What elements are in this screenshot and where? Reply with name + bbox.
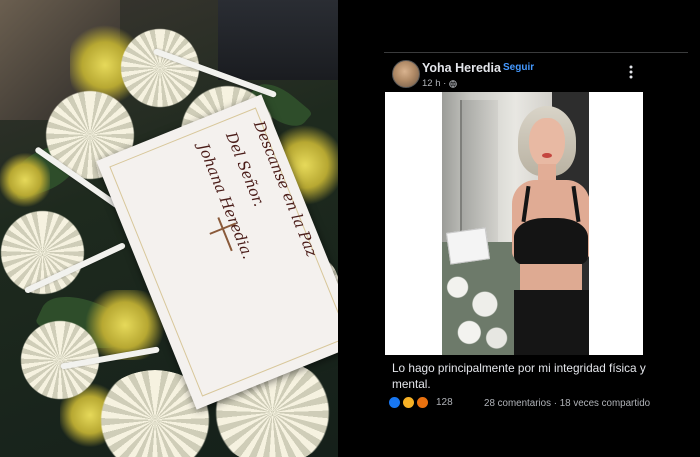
funeral-flowers-photo: Descanse en la Paz Del Señor. Johana Her…	[0, 0, 338, 457]
reaction-summary[interactable]: 128	[388, 396, 453, 409]
avatar[interactable]	[392, 60, 420, 88]
lips	[542, 153, 552, 158]
face	[529, 118, 565, 168]
more-icon[interactable]	[626, 64, 636, 80]
shares-count[interactable]: 18 veces compartido	[560, 398, 650, 409]
chrysanthemum	[120, 28, 200, 108]
solidago-sprig	[0, 150, 50, 210]
like-icon	[388, 396, 401, 409]
globe-icon	[449, 79, 458, 88]
comments-count[interactable]: 28 comentarios	[484, 398, 551, 409]
reaction-count: 128	[436, 397, 453, 408]
background-shelf	[218, 0, 338, 80]
follow-button[interactable]: Seguir	[503, 62, 534, 73]
black-top	[514, 218, 588, 266]
midriff	[520, 264, 582, 290]
divider	[384, 52, 688, 53]
woman-in-video	[502, 106, 589, 355]
post-video[interactable]	[385, 92, 643, 355]
post-timestamp[interactable]: 12 h ·	[422, 78, 458, 89]
video-frame	[442, 92, 589, 355]
author-name[interactable]: Yoha Heredia	[422, 61, 501, 75]
sad-icon	[402, 396, 415, 409]
condolence-card-small	[445, 227, 491, 265]
timestamp-text: 12 h ·	[422, 78, 447, 89]
engagement-stats: 28 comentarios · 18 veces compartido	[484, 398, 650, 409]
post-caption: Lo hago principalmente por mi integridad…	[392, 361, 646, 391]
stats-separator: ·	[553, 398, 557, 409]
facebook-post: Yoha Heredia Seguir 12 h · Lo hago princ…	[338, 0, 700, 457]
black-bottoms	[514, 290, 589, 355]
angry-icon	[416, 396, 429, 409]
